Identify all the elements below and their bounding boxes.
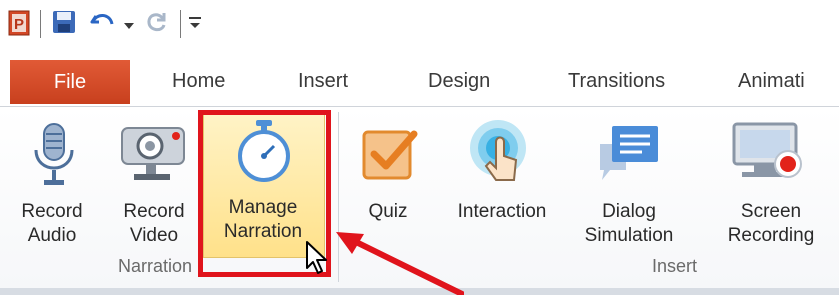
record-audio-label[interactable]: Record Audio — [6, 200, 98, 248]
undo-icon[interactable] — [90, 10, 116, 34]
webcam-icon[interactable] — [118, 122, 190, 188]
quick-access-toolbar: P — [0, 0, 839, 52]
powerpoint-icon[interactable]: P — [8, 10, 30, 36]
dialog-simulation-line2: Simulation — [584, 225, 674, 246]
mouse-cursor-icon — [305, 240, 331, 276]
svg-text:P: P — [14, 16, 24, 33]
tab-file[interactable]: File — [10, 60, 130, 104]
microphone-icon[interactable] — [30, 122, 78, 188]
screen-recording-line2: Recording — [727, 225, 815, 246]
save-icon[interactable] — [52, 10, 76, 34]
screen-recording-label[interactable]: Screen Recording — [708, 200, 834, 248]
chevron-down-icon[interactable] — [124, 18, 134, 29]
tab-design[interactable]: Design — [428, 56, 490, 106]
qat-separator — [180, 10, 181, 38]
record-video-line2: Video — [129, 225, 179, 246]
dialog-simulation-line1: Dialog — [602, 201, 656, 222]
quiz-checkbox-icon[interactable] — [360, 124, 420, 184]
record-video-line1: Record — [123, 201, 185, 222]
dialog-icon[interactable] — [596, 120, 662, 186]
record-video-label[interactable]: Record Video — [108, 200, 200, 248]
screen-recording-line1: Screen — [740, 201, 802, 222]
narration-group-label: Narration — [118, 256, 193, 276]
tab-home[interactable]: Home — [172, 56, 225, 106]
customize-qat-icon[interactable] — [188, 14, 202, 30]
tab-transitions[interactable]: Transitions — [568, 56, 665, 106]
redo-icon[interactable] — [145, 10, 169, 34]
red-arrow-icon — [334, 228, 465, 297]
record-audio-line2: Audio — [27, 225, 77, 246]
quiz-line1: Quiz — [368, 201, 408, 222]
touch-icon[interactable] — [466, 118, 532, 188]
quiz-label[interactable]: Quiz — [350, 200, 426, 224]
dialog-simulation-label[interactable]: Dialog Simulation — [574, 200, 684, 248]
interaction-label[interactable]: Interaction — [438, 200, 566, 224]
insert-group-label: Insert — [652, 256, 698, 276]
tab-animations[interactable]: Animati — [738, 56, 805, 106]
interaction-line1: Interaction — [457, 201, 547, 222]
screen-recording-icon[interactable] — [728, 120, 808, 186]
tab-insert[interactable]: Insert — [298, 56, 348, 106]
record-audio-line1: Record — [21, 201, 83, 222]
qat-separator — [40, 10, 41, 38]
